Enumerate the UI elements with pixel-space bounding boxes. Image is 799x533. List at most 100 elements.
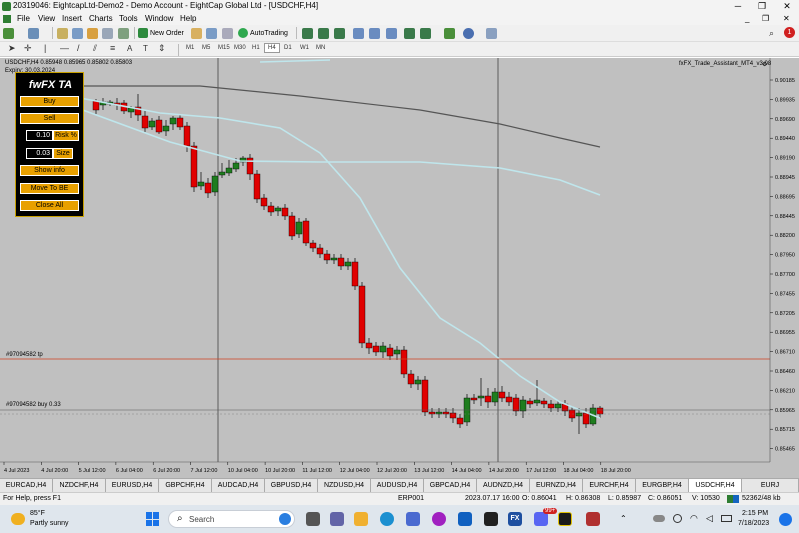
- symbol-tab[interactable]: EURNZD,H4: [530, 479, 583, 492]
- move-to-be-button[interactable]: Move To BE: [20, 183, 79, 194]
- risk-input[interactable]: 0.10: [26, 130, 53, 141]
- price-chart[interactable]: 0.85803 0.901850.899350.896900.894400.89…: [0, 58, 799, 478]
- periods-icon[interactable]: [463, 28, 474, 39]
- vertical-line-icon[interactable]: |: [44, 43, 46, 53]
- symbol-tab[interactable]: EURCAD,H4: [0, 479, 53, 492]
- tile-windows-icon[interactable]: [386, 28, 397, 39]
- strategy-tester-icon[interactable]: [118, 28, 129, 39]
- tf-m1[interactable]: M1: [186, 45, 194, 51]
- autotrading-button[interactable]: AutoTrading: [238, 26, 288, 40]
- symbol-tab[interactable]: GBPCAD,H4: [424, 479, 477, 492]
- file-explorer-icon[interactable]: [354, 512, 368, 526]
- symbol-tab[interactable]: EURUSD,H4: [106, 479, 159, 492]
- minimize-icon[interactable]: ─: [726, 0, 750, 13]
- indicator-settings-icon[interactable]: ⚙: [762, 61, 767, 68]
- camera-icon[interactable]: [484, 512, 498, 526]
- symbol-tab[interactable]: GBPCHF,H4: [159, 479, 212, 492]
- metatrader-icon[interactable]: [586, 512, 600, 526]
- symbol-tab[interactable]: EURJ: [742, 479, 799, 492]
- metaeditor-icon[interactable]: [191, 28, 202, 39]
- symbol-tab[interactable]: NZDUSD,H4: [318, 479, 371, 492]
- size-input[interactable]: 0.03: [26, 148, 53, 159]
- ta-buy-button[interactable]: Buy: [20, 96, 79, 107]
- onedrive-icon[interactable]: [653, 515, 665, 522]
- symbol-tab[interactable]: AUDNZD,H4: [477, 479, 530, 492]
- tf-m30[interactable]: M30: [234, 45, 246, 51]
- teams-icon[interactable]: [330, 512, 344, 526]
- cursor-icon[interactable]: ➤: [8, 43, 16, 54]
- menu-charts[interactable]: Charts: [89, 14, 113, 23]
- zoom-in-icon[interactable]: [353, 28, 364, 39]
- menu-view[interactable]: View: [38, 14, 55, 23]
- tf-w1[interactable]: W1: [300, 45, 309, 51]
- ninjatrader-icon[interactable]: [558, 512, 572, 526]
- menu-tools[interactable]: Tools: [119, 14, 138, 23]
- new-chart-icon[interactable]: [3, 28, 14, 39]
- edge-icon[interactable]: [380, 512, 394, 526]
- line-chart-icon[interactable]: [334, 28, 345, 39]
- show-info-button[interactable]: Show info: [20, 165, 79, 176]
- wifi-icon[interactable]: ◠: [690, 513, 698, 524]
- chart-shift-icon[interactable]: [404, 28, 415, 39]
- ta-sell-button[interactable]: Sell: [20, 113, 79, 124]
- child-minimize-icon[interactable]: _: [745, 14, 749, 23]
- fibonacci-icon[interactable]: ≡: [110, 43, 115, 53]
- search-icon[interactable]: ⌕: [769, 28, 774, 39]
- child-restore-icon[interactable]: ❐: [762, 14, 769, 23]
- templates-icon[interactable]: [486, 28, 497, 39]
- symbol-tab[interactable]: NZDCHF,H4: [53, 479, 106, 492]
- signals-icon[interactable]: [206, 28, 217, 39]
- indicators-icon[interactable]: [444, 28, 455, 39]
- symbol-tab[interactable]: EURGBP,H4: [636, 479, 689, 492]
- media-icon[interactable]: [432, 512, 446, 526]
- tray-chevron-icon[interactable]: ⌃: [620, 514, 627, 523]
- chart-menu-icon[interactable]: [3, 15, 11, 23]
- trendline-icon[interactable]: /: [77, 43, 80, 53]
- store-icon[interactable]: [406, 512, 420, 526]
- restore-icon[interactable]: ❐: [750, 0, 774, 13]
- discord-icon[interactable]: [534, 512, 548, 526]
- text-icon[interactable]: A: [127, 44, 132, 53]
- tf-h4[interactable]: H4: [264, 43, 280, 53]
- chart-canvas[interactable]: 0.85803 0.901850.899350.896900.894400.89…: [0, 58, 799, 478]
- navigator-icon[interactable]: [87, 28, 98, 39]
- notification-center-icon[interactable]: [779, 513, 792, 526]
- tf-m5[interactable]: M5: [202, 45, 210, 51]
- tf-m15[interactable]: M15: [218, 45, 230, 51]
- weather-icon[interactable]: [11, 513, 25, 525]
- outlook-icon[interactable]: [458, 512, 472, 526]
- tf-h1[interactable]: H1: [252, 45, 260, 51]
- new-order-button[interactable]: New Order: [138, 26, 184, 40]
- arrows-icon[interactable]: ⇕: [158, 43, 166, 54]
- clock-time[interactable]: 2:15 PM: [742, 510, 768, 517]
- symbol-tab[interactable]: AUDCAD,H4: [212, 479, 265, 492]
- close-icon[interactable]: ✕: [775, 0, 799, 13]
- menu-insert[interactable]: Insert: [62, 14, 82, 23]
- symbol-tab[interactable]: EURCHF,H4: [583, 479, 636, 492]
- vps-icon[interactable]: [222, 28, 233, 39]
- tf-d1[interactable]: D1: [284, 45, 292, 51]
- close-all-button[interactable]: Close All: [20, 200, 79, 211]
- fx-app-icon[interactable]: FX: [508, 512, 522, 526]
- start-icon[interactable]: [146, 512, 160, 526]
- symbol-tab[interactable]: AUDUSD,H4: [371, 479, 424, 492]
- symbol-tab[interactable]: GBPUSD,H4: [265, 479, 318, 492]
- market-watch-icon[interactable]: [57, 28, 68, 39]
- data-window-icon[interactable]: [72, 28, 83, 39]
- autoscroll-icon[interactable]: [420, 28, 431, 39]
- symbol-tab[interactable]: USDCHF,H4: [689, 479, 742, 492]
- menu-help[interactable]: Help: [180, 14, 196, 23]
- profiles-icon[interactable]: [28, 28, 39, 39]
- terminal-icon[interactable]: [102, 28, 113, 39]
- battery-icon[interactable]: [721, 515, 732, 522]
- label-icon[interactable]: T: [143, 44, 148, 53]
- volume-icon[interactable]: ◁: [706, 513, 713, 524]
- clock-date[interactable]: 7/18/2023: [738, 520, 769, 527]
- search-box[interactable]: ⌕ Search: [168, 510, 295, 528]
- zoom-out-icon[interactable]: [369, 28, 380, 39]
- candlestick-icon[interactable]: [318, 28, 329, 39]
- menu-file[interactable]: File: [17, 14, 30, 23]
- channel-icon[interactable]: ⫽: [93, 43, 97, 54]
- notification-icon[interactable]: 1: [784, 27, 795, 38]
- horizontal-line-icon[interactable]: —: [60, 43, 69, 53]
